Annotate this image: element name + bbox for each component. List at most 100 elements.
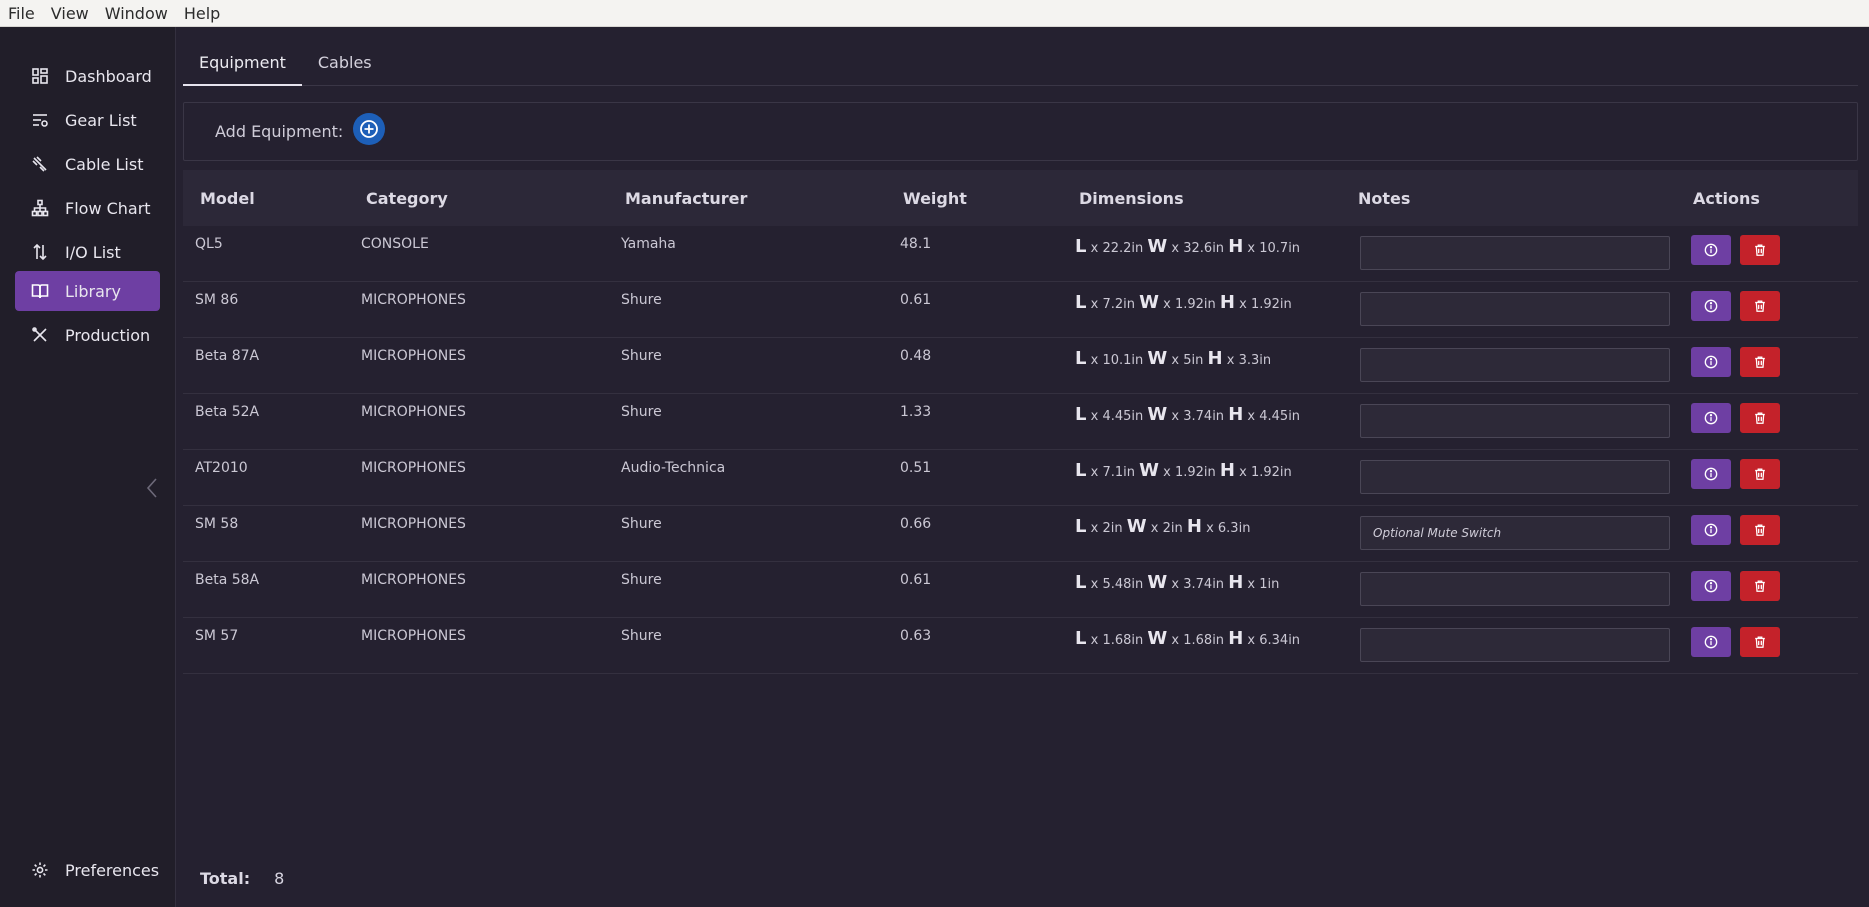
- delete-button[interactable]: [1740, 627, 1780, 657]
- column-header-category[interactable]: Category: [366, 189, 448, 208]
- info-button[interactable]: [1691, 459, 1731, 489]
- tab-cables[interactable]: Cables: [302, 51, 388, 86]
- dim-height: 1.92in: [1250, 465, 1292, 480]
- sidebar-item-preferences[interactable]: Preferences: [15, 850, 160, 890]
- tools-icon: [31, 326, 49, 344]
- dim-width: 2in: [1162, 521, 1183, 536]
- sidebar-item-flow-chart[interactable]: Flow Chart: [15, 188, 160, 228]
- trash-icon: [1755, 580, 1765, 592]
- notes-input[interactable]: [1360, 236, 1670, 270]
- cell-manufacturer: Shure: [621, 628, 662, 644]
- notes-input[interactable]: [1360, 404, 1670, 438]
- notes-input[interactable]: Optional Mute Switch: [1360, 516, 1670, 550]
- info-button[interactable]: [1691, 627, 1731, 657]
- info-icon: [1704, 635, 1718, 649]
- dim-width: 1.92in: [1174, 297, 1216, 312]
- info-icon: [1704, 243, 1718, 257]
- sidebar-item-production[interactable]: Production: [15, 315, 160, 355]
- dim-height: 1in: [1259, 577, 1280, 592]
- sidebar-item-label: Production: [65, 325, 151, 345]
- plus-circle-icon: [360, 119, 379, 138]
- table-body: QL5 CONSOLE Yamaha 48.1 L x 22.2in W x 3…: [183, 226, 1858, 674]
- info-button[interactable]: [1691, 515, 1731, 545]
- trash-icon: [1755, 244, 1765, 256]
- dim-length: 4.45in: [1102, 409, 1144, 424]
- cell-weight: 0.61: [900, 292, 932, 308]
- sidebar-item-io-list[interactable]: I/O List: [15, 232, 160, 272]
- cell-weight: 0.51: [900, 460, 932, 476]
- delete-button[interactable]: [1740, 291, 1780, 321]
- sidebar-item-label: Dashboard: [65, 66, 152, 86]
- io-list-icon: [31, 243, 49, 261]
- trash-icon: [1755, 356, 1765, 368]
- dim-width: 1.92in: [1174, 465, 1216, 480]
- notes-input[interactable]: [1360, 348, 1670, 382]
- delete-button[interactable]: [1740, 403, 1780, 433]
- menu-bar: File View Window Help: [0, 0, 1869, 27]
- sidebar-item-label: Gear List: [65, 110, 137, 130]
- menu-view[interactable]: View: [43, 4, 97, 23]
- notes-input[interactable]: [1360, 572, 1670, 606]
- cell-manufacturer: Shure: [621, 404, 662, 420]
- delete-button[interactable]: [1740, 515, 1780, 545]
- menu-window[interactable]: Window: [97, 4, 176, 23]
- notes-input[interactable]: [1360, 628, 1670, 662]
- dim-height: 6.3in: [1217, 521, 1251, 536]
- column-header-model[interactable]: Model: [200, 189, 255, 208]
- cell-manufacturer: Audio-Technica: [621, 460, 726, 476]
- menu-file[interactable]: File: [0, 4, 43, 23]
- dim-width: 1.68in: [1183, 633, 1225, 648]
- total-value: 8: [274, 869, 285, 888]
- collapse-sidebar-button[interactable]: [144, 475, 160, 501]
- delete-button[interactable]: [1740, 235, 1780, 265]
- cell-model: QL5: [195, 236, 223, 252]
- info-button[interactable]: [1691, 235, 1731, 265]
- menu-help[interactable]: Help: [176, 4, 228, 23]
- dim-length: 2in: [1102, 521, 1123, 536]
- notes-input[interactable]: [1360, 292, 1670, 326]
- column-header-manufacturer[interactable]: Manufacturer: [625, 189, 747, 208]
- table-row: SM 57 MICROPHONES Shure 0.63 L x 1.68in …: [183, 618, 1858, 674]
- dim-w-letter: W: [1139, 292, 1159, 313]
- table-header: Model Category Manufacturer Weight Dimen…: [183, 170, 1858, 226]
- dim-length: 5.48in: [1102, 577, 1144, 592]
- info-button[interactable]: [1691, 347, 1731, 377]
- sidebar-item-gear-list[interactable]: Gear List: [15, 100, 160, 140]
- tab-equipment[interactable]: Equipment: [183, 51, 302, 86]
- cell-manufacturer: Shure: [621, 292, 662, 308]
- dim-w-letter: W: [1147, 348, 1168, 369]
- cell-weight: 1.33: [900, 404, 932, 420]
- info-button[interactable]: [1691, 291, 1731, 321]
- column-header-dimensions[interactable]: Dimensions: [1079, 189, 1184, 208]
- dim-length: 10.1in: [1102, 353, 1144, 368]
- cell-category: MICROPHONES: [361, 572, 466, 588]
- info-button[interactable]: [1691, 403, 1731, 433]
- dim-sep: x: [1171, 409, 1180, 424]
- add-equipment-button[interactable]: [353, 112, 386, 145]
- delete-button[interactable]: [1740, 347, 1780, 377]
- dim-w-letter: W: [1139, 460, 1159, 481]
- dim-h-letter: H: [1228, 572, 1244, 593]
- dim-width: 5in: [1183, 353, 1204, 368]
- sidebar-item-cable-list[interactable]: Cable List: [15, 144, 160, 184]
- column-header-weight[interactable]: Weight: [903, 189, 967, 208]
- delete-button[interactable]: [1740, 571, 1780, 601]
- cell-manufacturer: Shure: [621, 516, 662, 532]
- dim-sep: x: [1163, 297, 1171, 312]
- sidebar-item-dashboard[interactable]: Dashboard: [15, 56, 160, 96]
- trash-icon: [1755, 468, 1765, 480]
- dim-sep: x: [1090, 353, 1099, 368]
- dim-sep: x: [1090, 521, 1099, 536]
- tab-bar: Equipment Cables: [183, 51, 1858, 86]
- dashboard-icon: [31, 67, 49, 85]
- cell-dimensions: L x 5.48in W x 3.74in H x 1in: [1075, 572, 1279, 593]
- sidebar-item-library[interactable]: Library: [15, 271, 160, 311]
- notes-input[interactable]: [1360, 460, 1670, 494]
- dim-sep: x: [1171, 577, 1180, 592]
- column-header-notes[interactable]: Notes: [1358, 189, 1410, 208]
- dim-sep: x: [1247, 241, 1256, 256]
- dim-sep: x: [1239, 465, 1247, 480]
- dim-w-letter: W: [1147, 628, 1168, 649]
- delete-button[interactable]: [1740, 459, 1780, 489]
- info-button[interactable]: [1691, 571, 1731, 601]
